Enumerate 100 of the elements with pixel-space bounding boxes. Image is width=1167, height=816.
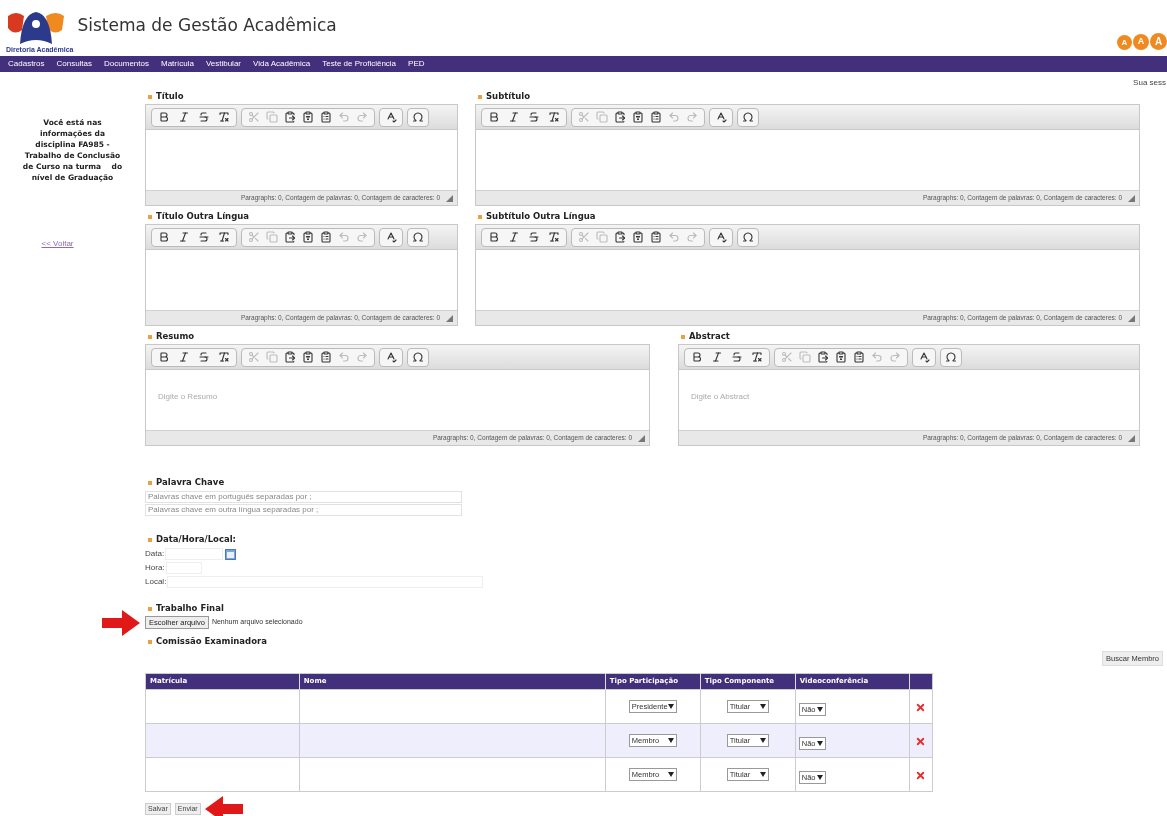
paste-icon[interactable]	[284, 111, 296, 123]
menu-item[interactable]: Documentos	[104, 58, 149, 70]
paste-icon[interactable]	[614, 111, 626, 123]
bold-icon[interactable]	[691, 351, 703, 363]
dropdown-caret-icon	[667, 772, 674, 777]
field-label: Título	[156, 90, 184, 103]
menu-item[interactable]: Teste de Proficiência	[322, 58, 397, 70]
italic-icon[interactable]	[508, 231, 520, 243]
resize-handle-icon[interactable]	[1128, 434, 1135, 442]
paste-text-icon[interactable]	[302, 351, 314, 363]
paste-word-icon[interactable]	[650, 231, 662, 243]
menu-item[interactable]: Vestibular	[205, 58, 241, 70]
bullet-icon	[148, 94, 152, 99]
spellcheck-icon[interactable]	[385, 231, 397, 243]
field-label: Abstract	[689, 330, 730, 343]
strikethrough-icon[interactable]	[198, 111, 210, 123]
bold-icon[interactable]	[158, 351, 170, 363]
field-label: Subtítulo	[486, 90, 531, 103]
paste-word-icon[interactable]	[853, 351, 865, 363]
bold-icon[interactable]	[158, 231, 170, 243]
bold-icon[interactable]	[488, 231, 500, 243]
clear-format-icon[interactable]	[218, 351, 230, 363]
field-label: Subtítulo Outra Língua	[486, 210, 596, 223]
paste-icon[interactable]	[817, 351, 829, 363]
menu-item[interactable]: Vida Acadêmica	[253, 58, 311, 70]
field-label: Resumo	[156, 330, 195, 343]
paste-word-icon[interactable]	[320, 351, 332, 363]
spellcheck-icon[interactable]	[385, 351, 397, 363]
resize-handle-icon[interactable]	[446, 194, 453, 202]
bullet-icon	[148, 334, 152, 339]
bold-icon[interactable]	[488, 111, 500, 123]
resize-handle-icon[interactable]	[446, 314, 453, 322]
menu-item[interactable]: Matrícula	[160, 58, 194, 70]
paste-word-icon[interactable]	[320, 231, 332, 243]
clear-format-icon[interactable]	[218, 111, 230, 123]
strikethrough-icon[interactable]	[198, 231, 210, 243]
bullet-icon	[478, 94, 482, 99]
dropdown-caret-icon	[759, 704, 766, 709]
menu-item[interactable]: Cadastros	[8, 58, 45, 70]
clear-format-icon[interactable]	[548, 231, 560, 243]
dropdown-caret-icon	[667, 704, 674, 709]
clear-format-icon[interactable]	[751, 351, 763, 363]
paste-text-icon[interactable]	[632, 111, 644, 123]
italic-icon[interactable]	[711, 351, 723, 363]
paste-word-icon[interactable]	[650, 111, 662, 123]
paste-icon[interactable]	[284, 231, 296, 243]
dropdown-caret-icon	[759, 738, 766, 743]
remove-icon[interactable]	[915, 701, 927, 713]
italic-icon[interactable]	[178, 111, 190, 123]
spellcheck-icon[interactable]	[918, 351, 930, 363]
field-label: Trabalho Final	[156, 602, 224, 615]
special-character-icon[interactable]	[742, 231, 754, 243]
resize-handle-icon[interactable]	[1128, 194, 1135, 202]
special-character-icon[interactable]	[742, 111, 754, 123]
spellcheck-icon[interactable]	[715, 231, 727, 243]
editor-placeholder: Digite o Abstract	[691, 392, 750, 401]
bullet-icon	[148, 639, 152, 644]
date-field[interactable]	[165, 548, 224, 560]
spellcheck-icon[interactable]	[715, 111, 727, 123]
italic-icon[interactable]	[508, 111, 520, 123]
paste-icon[interactable]	[614, 231, 626, 243]
field-label: Título Outra Língua	[156, 210, 250, 223]
special-character-icon[interactable]	[412, 111, 424, 123]
keyword-field[interactable]: Palavras chave em português separadas por ;	[145, 491, 462, 503]
dropdown-caret-icon	[816, 775, 823, 780]
paste-word-icon[interactable]	[320, 111, 332, 123]
resize-handle-icon[interactable]	[1128, 314, 1135, 322]
menu-item[interactable]: Consultas	[56, 58, 93, 70]
pointer-arrow-icon	[102, 610, 140, 636]
remove-icon[interactable]	[915, 735, 927, 747]
menu-item[interactable]: PED	[408, 58, 425, 70]
special-character-icon[interactable]	[945, 351, 957, 363]
session-notice: Sua sess	[1133, 77, 1166, 89]
strikethrough-icon[interactable]	[731, 351, 743, 363]
paste-text-icon[interactable]	[302, 111, 314, 123]
clear-format-icon[interactable]	[218, 231, 230, 243]
paste-text-icon[interactable]	[302, 231, 314, 243]
strikethrough-icon[interactable]	[198, 351, 210, 363]
paste-icon[interactable]	[284, 351, 296, 363]
bold-icon[interactable]	[158, 111, 170, 123]
bullet-icon	[478, 214, 482, 219]
spellcheck-icon[interactable]	[385, 111, 397, 123]
clear-format-icon[interactable]	[548, 111, 560, 123]
paste-text-icon[interactable]	[632, 231, 644, 243]
calendar-icon[interactable]	[225, 548, 237, 560]
field-label: Local:	[145, 576, 167, 588]
strikethrough-icon[interactable]	[528, 111, 540, 123]
bullet-icon	[148, 480, 152, 485]
remove-icon[interactable]	[915, 769, 927, 781]
app-title: Sistema de Gestão Acadêmica	[77, 13, 337, 37]
pointer-arrow-icon	[204, 796, 243, 816]
italic-icon[interactable]	[178, 351, 190, 363]
back-link[interactable]: << Voltar	[41, 238, 74, 250]
special-character-icon[interactable]	[412, 351, 424, 363]
resize-handle-icon[interactable]	[638, 434, 645, 442]
italic-icon[interactable]	[178, 231, 190, 243]
paste-text-icon[interactable]	[835, 351, 847, 363]
special-character-icon[interactable]	[412, 231, 424, 243]
strikethrough-icon[interactable]	[528, 231, 540, 243]
keyword-field[interactable]: Palavras chave em outra língua separadas por ;	[145, 504, 462, 516]
